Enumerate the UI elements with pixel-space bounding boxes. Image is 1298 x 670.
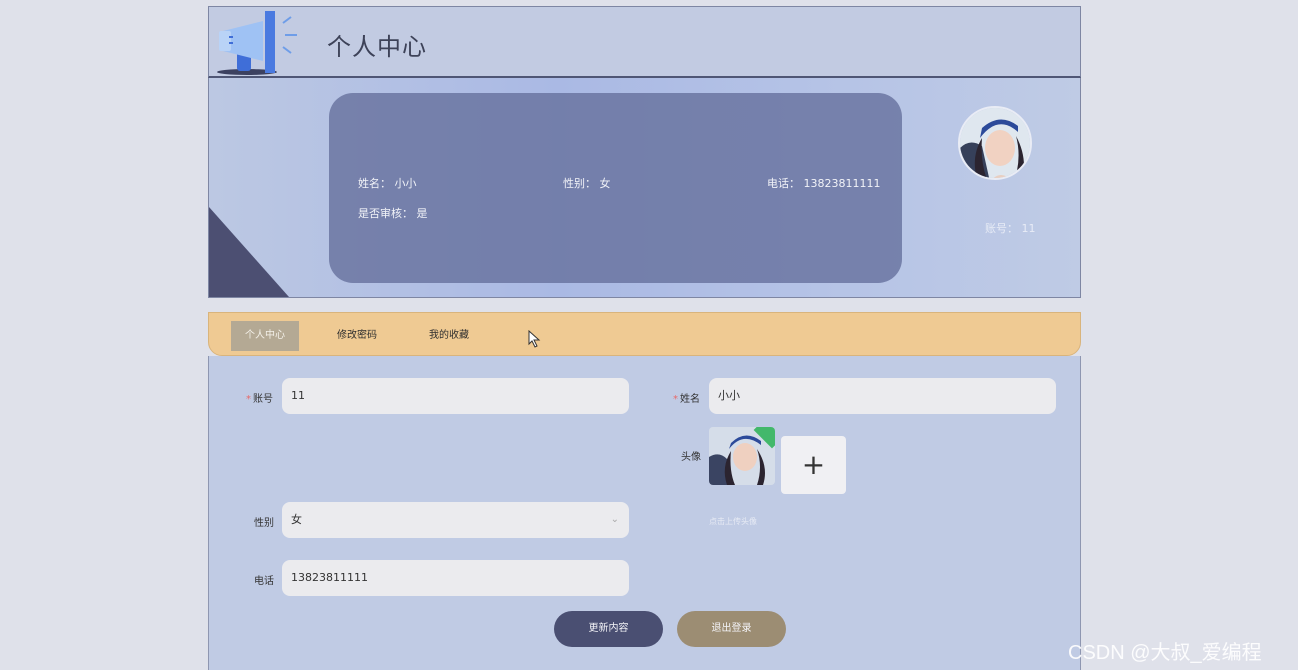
phone-label: 电话 — [254, 576, 274, 587]
megaphone-icon — [217, 11, 297, 75]
gender-label: 性别 — [254, 518, 274, 529]
profile-review-status: 是否审核： 是 — [358, 207, 428, 220]
page-header: 个人中心 — [208, 6, 1081, 78]
name-input[interactable]: 小小 — [709, 378, 1056, 414]
page-title: 个人中心 — [327, 33, 427, 61]
logout-button[interactable]: 退出登录 — [677, 611, 786, 647]
watermark: CSDN @大叔_爱编程 — [1068, 642, 1262, 664]
update-button[interactable]: 更新内容 — [554, 611, 663, 647]
tab-bar: 个人中心 修改密码 我的收藏 — [208, 312, 1081, 356]
upload-hint: 点击上传头像 — [709, 517, 757, 526]
name-label: * 姓名 — [673, 394, 700, 405]
avatar-thumbnail[interactable] — [709, 427, 775, 485]
tab-change-password[interactable]: 修改密码 — [323, 321, 391, 351]
tab-my-favorites[interactable]: 我的收藏 — [415, 321, 483, 351]
decorative-triangle — [209, 207, 289, 297]
account-label: * 账号 — [246, 394, 273, 405]
avatar — [958, 106, 1032, 180]
profile-form: * 账号 11 * 姓名 小小 头像 + 点击上传头像 性别 女 ⌄ 电话 1382… — [208, 356, 1081, 670]
avatar-label: 头像 — [681, 452, 701, 463]
chevron-down-icon: ⌄ — [610, 514, 619, 525]
profile-account: 账号： 11 — [985, 222, 1036, 235]
profile-banner: 姓名： 小小 性别： 女 电话： 13823811111 是否审核： 是 账号：… — [208, 78, 1081, 298]
profile-gender: 性别： 女 — [563, 177, 611, 190]
profile-phone: 电话： 13823811111 — [767, 177, 881, 190]
profile-info-card: 姓名： 小小 性别： 女 电话： 13823811111 是否审核： 是 — [329, 93, 902, 283]
profile-name: 姓名： 小小 — [358, 177, 417, 190]
mouse-cursor-icon — [528, 330, 541, 348]
phone-input[interactable]: 13823811111 — [282, 560, 629, 596]
tab-personal-center[interactable]: 个人中心 — [231, 321, 299, 351]
upload-avatar-button[interactable]: + — [781, 436, 846, 494]
gender-select[interactable]: 女 ⌄ — [282, 502, 629, 538]
avatar-photo-icon — [960, 108, 1030, 178]
account-input[interactable]: 11 — [282, 378, 629, 414]
